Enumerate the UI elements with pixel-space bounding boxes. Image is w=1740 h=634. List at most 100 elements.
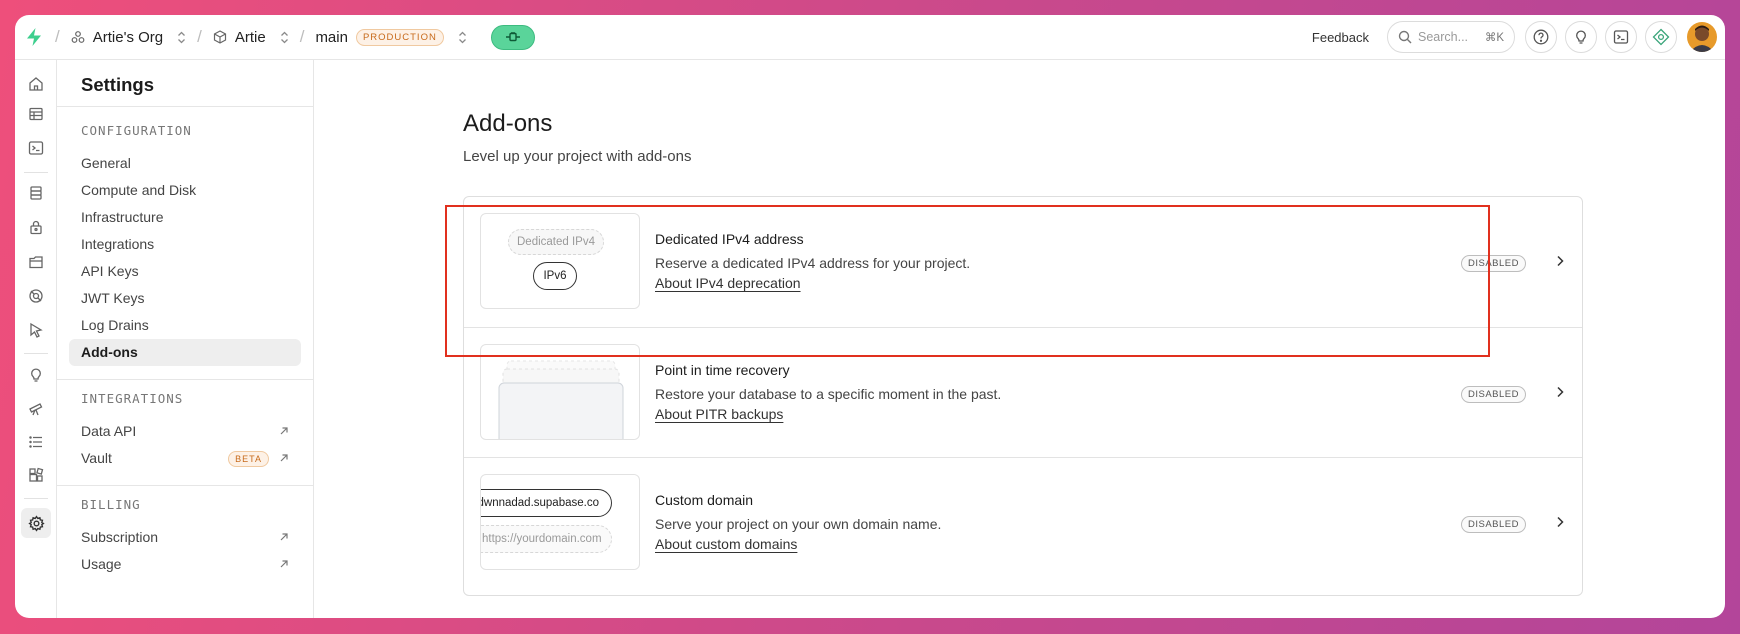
sidebar-item-general[interactable]: General bbox=[57, 150, 313, 177]
section-heading-integrations: INTEGRATIONS bbox=[81, 391, 184, 406]
search-input[interactable]: Search... ⌘K bbox=[1387, 21, 1515, 53]
addon-title: Point in time recovery bbox=[655, 362, 790, 378]
advisor-button[interactable] bbox=[1565, 21, 1597, 53]
search-placeholder: Search... bbox=[1418, 30, 1469, 44]
branch-name: main bbox=[315, 28, 348, 46]
addon-docs-link[interactable]: About PITR backups bbox=[655, 406, 783, 422]
rail-divider bbox=[24, 498, 48, 499]
integrations-icon[interactable] bbox=[24, 463, 48, 487]
environment-badge: PRODUCTION bbox=[355, 28, 444, 46]
external-link-icon bbox=[279, 426, 289, 436]
page-title: Add-ons bbox=[463, 110, 553, 137]
addon-title: Custom domain bbox=[655, 492, 754, 508]
chevron-right-icon[interactable] bbox=[1556, 386, 1564, 398]
reports-icon[interactable] bbox=[24, 397, 48, 421]
section-heading-billing: BILLING bbox=[81, 497, 141, 512]
pitr-illustration bbox=[480, 344, 640, 440]
auth-icon[interactable] bbox=[24, 215, 48, 239]
lightbulb-icon bbox=[1573, 29, 1589, 45]
assistant-diamond-icon bbox=[1652, 28, 1670, 46]
external-link-icon bbox=[279, 559, 289, 569]
help-button[interactable] bbox=[1525, 21, 1557, 53]
addon-docs-link[interactable]: About IPv4 deprecation bbox=[655, 275, 801, 291]
custom-domain-illustration: vdwnnadad.supabase.co https://yourdomain… bbox=[480, 474, 640, 570]
sidebar-item-infrastructure[interactable]: Infrastructure bbox=[57, 204, 313, 231]
breadcrumb-separator: / bbox=[299, 27, 305, 46]
ipv6-pill: IPv6 bbox=[533, 262, 577, 290]
breadcrumb-separator: / bbox=[197, 27, 202, 46]
storage-icon[interactable] bbox=[24, 250, 48, 274]
help-icon bbox=[1533, 29, 1549, 45]
sidebar-item-data-api[interactable]: Data API bbox=[57, 418, 313, 445]
app-window: / Artie's Org / Artie / main PRODUCTION bbox=[15, 15, 1725, 618]
status-badge: DISABLED bbox=[1461, 255, 1526, 272]
sidebar-item-label: Data API bbox=[81, 423, 137, 439]
addon-docs-link[interactable]: About custom domains bbox=[655, 536, 797, 552]
section-heading-configuration: CONFIGURATION bbox=[81, 123, 192, 138]
chevron-up-down-icon[interactable] bbox=[458, 31, 467, 44]
addon-description: Restore your database to a specific mome… bbox=[655, 386, 1002, 402]
table-editor-icon[interactable] bbox=[24, 102, 48, 126]
sidebar-item-label: Subscription bbox=[81, 529, 159, 545]
chevron-up-down-icon[interactable] bbox=[177, 31, 186, 44]
sidebar-item-label: Vault bbox=[81, 450, 112, 466]
ai-assistant-button[interactable] bbox=[1645, 21, 1677, 53]
terminal-button[interactable] bbox=[1605, 21, 1637, 53]
search-shortcut: ⌘K bbox=[1484, 32, 1504, 44]
database-icon[interactable] bbox=[24, 181, 48, 205]
branch-selector[interactable]: main PRODUCTION bbox=[315, 28, 467, 46]
project-box-icon bbox=[213, 30, 227, 44]
org-name: Artie's Org bbox=[92, 28, 164, 46]
addon-row-custom-domain[interactable]: vdwnnadad.supabase.co https://yourdomain… bbox=[464, 457, 1582, 587]
avatar[interactable] bbox=[1687, 22, 1717, 52]
plug-icon bbox=[505, 31, 521, 43]
sidebar-item-jwt-keys[interactable]: JWT Keys bbox=[57, 285, 313, 312]
sidebar-item-add-ons[interactable]: Add-ons bbox=[69, 339, 301, 366]
search-icon bbox=[1398, 30, 1412, 44]
page-subtitle: Level up your project with add-ons bbox=[463, 148, 692, 165]
chevron-up-down-icon[interactable] bbox=[280, 31, 289, 44]
addons-list: Dedicated IPv4 IPv6 Dedicated IPv4 addre… bbox=[463, 196, 1583, 596]
addon-row-ipv4[interactable]: Dedicated IPv4 IPv6 Dedicated IPv4 addre… bbox=[464, 197, 1582, 327]
org-icon bbox=[71, 30, 85, 44]
custom-domain-placeholder-pill: https://yourdomain.com bbox=[481, 525, 612, 553]
external-link-icon bbox=[279, 453, 289, 463]
sidebar-item-label: Usage bbox=[81, 556, 122, 572]
addon-description: Serve your project on your own domain na… bbox=[655, 516, 942, 532]
ipv4-illustration: Dedicated IPv4 IPv6 bbox=[480, 213, 640, 309]
project-name: Artie bbox=[234, 28, 266, 46]
breadcrumb-separator: / bbox=[55, 27, 60, 46]
supabase-url-pill: vdwnnadad.supabase.co bbox=[481, 489, 612, 517]
status-badge: DISABLED bbox=[1461, 516, 1526, 533]
addon-row-pitr[interactable]: Point in time recovery Restore your data… bbox=[464, 327, 1582, 457]
chevron-right-icon[interactable] bbox=[1556, 255, 1564, 267]
sidebar-item-vault[interactable]: Vault BETA bbox=[57, 445, 313, 472]
rail-divider bbox=[24, 353, 48, 354]
sidebar-item-compute-and-disk[interactable]: Compute and Disk bbox=[57, 177, 313, 204]
settings-sidebar: Settings CONFIGURATION General Compute a… bbox=[57, 60, 314, 618]
feedback-button[interactable]: Feedback bbox=[1312, 30, 1369, 45]
settings-icon[interactable] bbox=[21, 508, 51, 538]
sidebar-item-api-keys[interactable]: API Keys bbox=[57, 258, 313, 285]
sidebar-item-log-drains[interactable]: Log Drains bbox=[57, 312, 313, 339]
advisors-icon[interactable] bbox=[24, 363, 48, 387]
external-link-icon bbox=[279, 532, 289, 542]
org-selector[interactable]: Artie's Org bbox=[71, 29, 186, 46]
beta-badge: BETA bbox=[228, 451, 269, 467]
top-bar: / Artie's Org / Artie / main PRODUCTION bbox=[15, 15, 1725, 60]
sidebar-title: Settings bbox=[57, 60, 313, 107]
rail-divider bbox=[24, 172, 48, 173]
chevron-right-icon[interactable] bbox=[1556, 516, 1564, 528]
realtime-icon[interactable] bbox=[24, 284, 48, 308]
main-content: Add-ons Level up your project with add-o… bbox=[315, 60, 1725, 618]
edge-functions-icon[interactable] bbox=[24, 318, 48, 342]
sidebar-item-integrations[interactable]: Integrations bbox=[57, 231, 313, 258]
sidebar-item-usage[interactable]: Usage bbox=[57, 551, 313, 578]
sidebar-item-subscription[interactable]: Subscription bbox=[57, 524, 313, 551]
logs-icon[interactable] bbox=[24, 430, 48, 454]
project-selector[interactable]: Artie bbox=[213, 29, 289, 46]
home-icon[interactable] bbox=[24, 72, 48, 96]
sql-editor-icon[interactable] bbox=[24, 136, 48, 160]
supabase-logo-icon[interactable] bbox=[24, 27, 44, 47]
connect-button[interactable] bbox=[490, 24, 535, 50]
